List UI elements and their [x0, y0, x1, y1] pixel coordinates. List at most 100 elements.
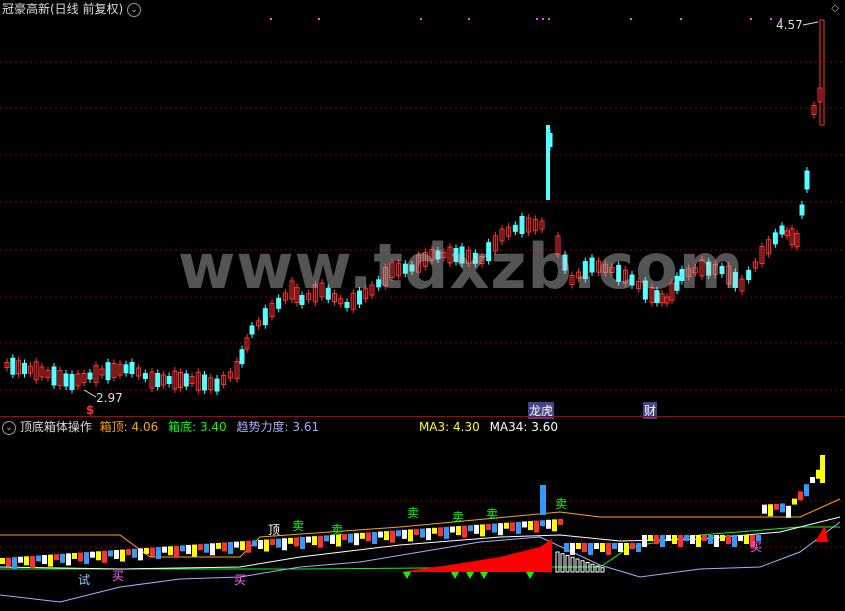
- signal-block: [246, 540, 251, 553]
- signal-block: [78, 552, 83, 562]
- sell-signal: 卖: [452, 510, 465, 524]
- box-bottom-label: 箱底:: [168, 420, 197, 434]
- signal-block: [564, 543, 569, 552]
- candle-body: [202, 374, 207, 391]
- signal-block: [738, 535, 743, 541]
- signal-block: [234, 541, 239, 548]
- signal-block: [366, 532, 371, 542]
- marker-dot: [770, 18, 772, 20]
- signal-block: [0, 558, 5, 564]
- signal-block: [594, 543, 599, 549]
- signal-block: [630, 543, 635, 549]
- candle-body: [799, 204, 805, 216]
- signal-block: [306, 536, 311, 543]
- candle-body: [22, 363, 27, 374]
- white-bar: [570, 556, 575, 573]
- signal-block: [204, 543, 209, 553]
- signal-block: [324, 535, 329, 542]
- signal-block: [438, 527, 443, 537]
- signal-block: [672, 535, 677, 544]
- signal-block: [294, 537, 299, 547]
- signal-block: [780, 503, 785, 513]
- stock-title: 冠豪高新(日线 前复权): [2, 2, 124, 16]
- signal-block: [474, 524, 479, 534]
- signal-block: [552, 519, 557, 532]
- sell-signal: 卖: [292, 519, 305, 533]
- signal-block: [462, 525, 467, 538]
- signal-block: [612, 543, 617, 549]
- signal-block: [768, 504, 773, 517]
- signal-block: [222, 542, 227, 552]
- signal-block: [210, 543, 215, 556]
- signal-block: [216, 542, 221, 549]
- candle-body: [746, 270, 752, 280]
- chevron-down-circle-icon[interactable]: ⌄: [2, 420, 16, 435]
- signal-block: [732, 535, 737, 547]
- top-signal: 顶: [268, 523, 281, 537]
- candlestick-chart[interactable]: [0, 0, 845, 417]
- signal-block: [660, 535, 665, 547]
- marker-dot: [750, 18, 752, 20]
- signal-block: [282, 538, 287, 551]
- signal-block: [762, 504, 767, 514]
- signal-block: [624, 543, 629, 555]
- signal-block: [810, 477, 815, 483]
- signal-block: [504, 522, 509, 529]
- sell-signal: 卖: [407, 506, 420, 520]
- sell-signal: 卖: [331, 523, 344, 537]
- chevron-down-circle-icon[interactable]: ⌄: [127, 2, 142, 17]
- signal-block: [66, 553, 71, 566]
- marker-dot: [548, 18, 550, 20]
- diamond-icon[interactable]: ◇: [831, 3, 839, 14]
- signal-block: [492, 523, 497, 533]
- signal-block: [642, 535, 647, 547]
- candle-body: [819, 19, 825, 126]
- signal-block: [150, 547, 155, 557]
- signal-block: [720, 535, 725, 541]
- marker-dot: [420, 18, 422, 20]
- marker-dot: [680, 18, 682, 20]
- buy-signal: 买: [234, 573, 247, 587]
- signal-block: [264, 539, 269, 552]
- signal-block: [576, 543, 581, 549]
- signal-block: [384, 531, 389, 541]
- signal-block: [198, 544, 203, 551]
- white-bar: [555, 551, 560, 573]
- signal-block: [186, 544, 191, 554]
- red-volume-area: [400, 539, 552, 572]
- candle-body: [262, 308, 268, 326]
- signal-block: [396, 530, 401, 537]
- candle-body: [87, 372, 93, 380]
- signal-block: [414, 529, 419, 536]
- indicator-header: ⌄ 顶底箱体操作 箱顶: 4.06 箱底: 3.40 趋势力度: 3.61 MA…: [2, 418, 558, 436]
- signal-block: [318, 535, 323, 548]
- signal-block: [174, 545, 179, 558]
- candle-body: [249, 325, 255, 335]
- price-chart-panel[interactable]: 冠豪高新(日线 前复权) ⌄ ◇ www.tdxzb.com 4.57 2.97…: [0, 0, 845, 419]
- signal-block: [360, 532, 365, 539]
- signal-block: [126, 549, 131, 556]
- signal-block: [540, 520, 545, 527]
- ma34-value: 3.60: [531, 420, 558, 434]
- sell-signal: 卖: [486, 507, 499, 521]
- indicator-panel[interactable]: ⌄ 顶底箱体操作 箱顶: 4.06 箱底: 3.40 趋势力度: 3.61 MA…: [0, 417, 845, 611]
- signal-block: [288, 537, 293, 544]
- candle-body: [546, 125, 550, 200]
- signal-block: [276, 538, 281, 548]
- signal-block: [96, 551, 101, 561]
- signal-block: [420, 528, 425, 538]
- signal-block: [132, 548, 137, 558]
- candle-body: [779, 225, 785, 235]
- marker-dot: [542, 18, 544, 20]
- indicator-chart[interactable]: [0, 417, 845, 611]
- signal-block: [444, 526, 449, 539]
- red-volume-area: [815, 525, 828, 542]
- high-pointer: [802, 21, 819, 26]
- signal-block: [432, 527, 437, 534]
- signal-block: [54, 554, 59, 561]
- candle-body: [155, 373, 161, 387]
- signal-block: [192, 544, 197, 557]
- signal-block: [180, 545, 185, 552]
- signal-block: [300, 537, 305, 549]
- signal-block: [618, 543, 623, 552]
